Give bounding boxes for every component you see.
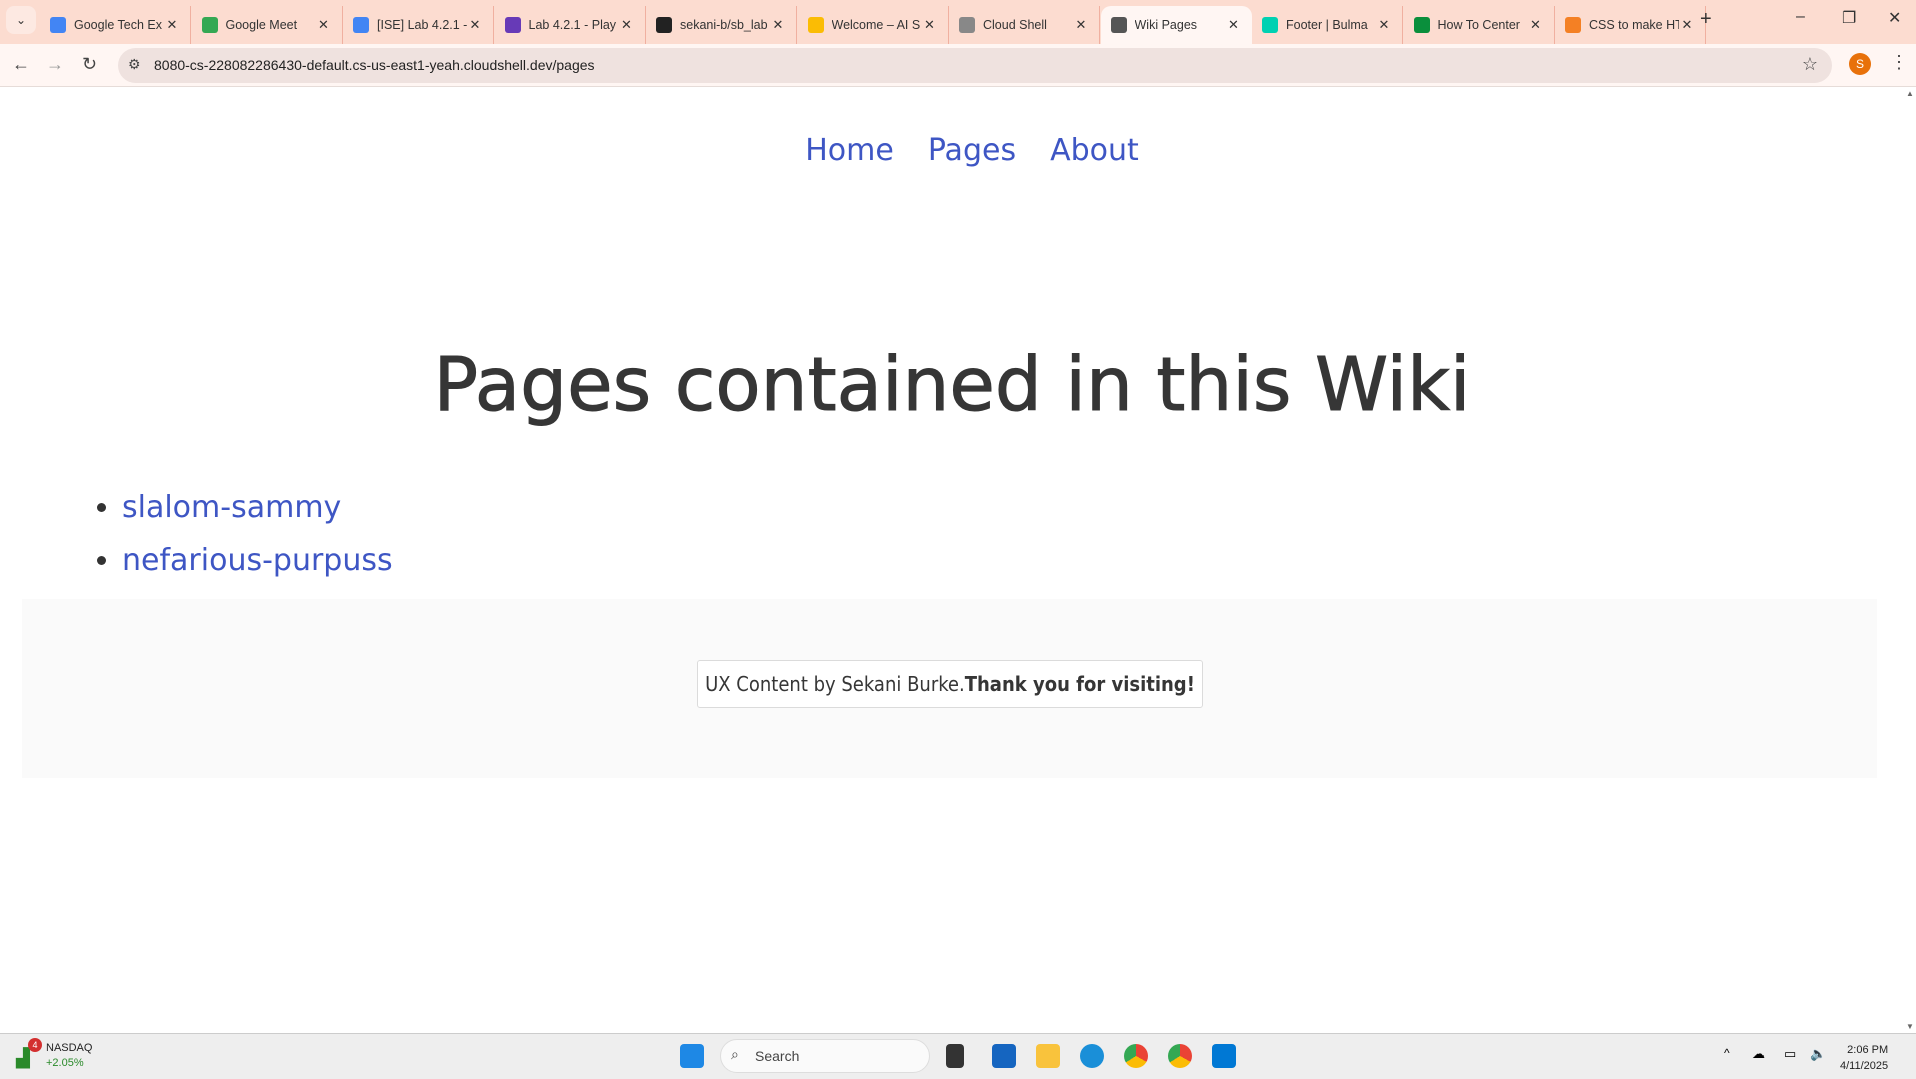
tab-close-icon[interactable]: ✕ (770, 17, 786, 33)
close-window-button[interactable]: ✕ (1888, 8, 1901, 28)
tab-title: Footer | Bulma (1286, 18, 1368, 32)
tray-chevron-icon[interactable]: ^ (1724, 1046, 1730, 1060)
widget-badge: 4 (28, 1038, 42, 1052)
date: 4/11/2025 (1840, 1060, 1889, 1072)
tab-6[interactable]: Cloud Shell ✕ (949, 6, 1100, 44)
widget-change: +2.05% (46, 1057, 84, 1069)
edge-icon[interactable] (1080, 1044, 1104, 1068)
tab-title: Google Tech Ex (74, 18, 163, 32)
chrome-icon[interactable] (1124, 1044, 1148, 1068)
tab-title: Wiki Pages (1134, 18, 1198, 32)
tab-favicon-icon (807, 17, 824, 33)
bookmark-star-icon[interactable]: ☆ (1802, 54, 1818, 75)
tab-title: Welcome – AI S (831, 18, 921, 32)
tab-5[interactable]: Welcome – AI S ✕ (798, 6, 949, 44)
time: 2:06 PM (1847, 1044, 1889, 1056)
nav-about-link[interactable]: About (1050, 133, 1139, 168)
tab-close-icon[interactable]: ✕ (922, 17, 938, 33)
profile-avatar[interactable]: S (1849, 53, 1871, 75)
nav-pages-link[interactable]: Pages (928, 133, 1016, 168)
tab-2[interactable]: [ISE] Lab 4.2.1 - ✕ (343, 6, 494, 44)
chart-icon: ▟ (16, 1048, 30, 1068)
onedrive-icon[interactable]: ☁ (1752, 1046, 1765, 1062)
address-bar[interactable]: ⚙ 8080-cs-228082286430-default.cs-us-eas… (118, 48, 1832, 83)
tab-close-icon[interactable]: ✕ (1073, 17, 1089, 33)
taskbar: ▟ 4 NASDAQ +2.05% ⌕ Search ^ ☁ ▭ 🔈 2:06 P… (0, 1033, 1916, 1079)
taskbar-search[interactable]: ⌕ Search (720, 1039, 930, 1073)
reload-button[interactable]: ↻ (82, 54, 97, 75)
restore-button[interactable]: ❐ (1842, 8, 1856, 28)
store-icon[interactable] (992, 1044, 1016, 1068)
tab-favicon-icon (1262, 17, 1278, 33)
tab-favicon-icon (353, 17, 369, 33)
terminal-icon[interactable] (946, 1044, 964, 1068)
tab-close-icon[interactable]: ✕ (467, 17, 483, 33)
page-link-nefarious-purpuss[interactable]: nefarious-purpuss (122, 543, 393, 578)
tab-favicon-icon (656, 17, 672, 33)
tab-close-icon[interactable]: ✕ (619, 17, 635, 33)
widget-name: NASDAQ (46, 1042, 93, 1054)
tab-0[interactable]: Google Tech Ex ✕ (40, 6, 191, 44)
tab-7[interactable]: Wiki Pages ✕ (1100, 6, 1252, 44)
list-item: slalom-sammy (122, 490, 393, 525)
tab-3[interactable]: Lab 4.2.1 - Play ✕ (495, 6, 646, 44)
site-info-icon[interactable]: ⚙ (128, 56, 141, 73)
tab-search-button[interactable]: ⌄ (6, 6, 36, 34)
tab-strip: ⌄ Google Tech Ex ✕ Google Meet ✕ [ISE] Lab 4… (0, 0, 1916, 44)
tab-close-icon[interactable]: ✕ (1226, 17, 1242, 33)
page-content: Home Pages About Pages contained in this… (0, 87, 1904, 1033)
forward-button[interactable]: → (46, 54, 64, 75)
search-icon: ⌕ (731, 1046, 739, 1062)
tab-10[interactable]: CSS to make HT ✕ (1555, 6, 1706, 44)
footer: UX Content by Sekani Burke. Thank you for… (22, 599, 1877, 778)
tab-favicon-icon (1110, 17, 1127, 33)
tab-favicon-icon (959, 17, 975, 33)
search-placeholder: Search (755, 1048, 800, 1064)
clock[interactable]: 2:06 PM 4/11/2025 (1840, 1042, 1888, 1074)
footer-box: UX Content by Sekani Burke. Thank you for… (697, 660, 1203, 708)
tab-title: Google Meet (225, 18, 298, 32)
new-tab-button[interactable]: + (1700, 8, 1712, 31)
tab-title: CSS to make HT (1589, 18, 1679, 32)
tab-title: How To Center (1437, 18, 1520, 32)
tab-favicon-icon (201, 17, 218, 33)
tab-4[interactable]: sekani-b/sb_lab ✕ (646, 6, 797, 44)
tab-close-icon[interactable]: ✕ (1679, 17, 1695, 33)
volume-icon[interactable]: 🔈 (1810, 1046, 1826, 1062)
tab-favicon-icon (1413, 17, 1430, 33)
scrollbar[interactable]: ▲ ▼ (1904, 87, 1916, 1033)
site-nav: Home Pages About (0, 133, 1904, 168)
tab-close-icon[interactable]: ✕ (1376, 17, 1392, 33)
tab-1[interactable]: Google Meet ✕ (192, 6, 343, 44)
page-link-slalom-sammy[interactable]: slalom-sammy (122, 490, 341, 525)
tab-favicon-icon (504, 17, 521, 33)
list-item: nefarious-purpuss (122, 543, 393, 578)
tab-close-icon[interactable]: ✕ (1528, 17, 1544, 33)
footer-thanks: Thank you for visiting! (964, 672, 1195, 696)
tab-close-icon[interactable]: ✕ (164, 17, 180, 33)
file-explorer-icon[interactable] (1036, 1044, 1060, 1068)
footer-credit: UX Content by Sekani Burke. (705, 672, 965, 696)
more-menu-icon[interactable]: ⋮ (1890, 52, 1908, 73)
page-title: Pages contained in this Wiki (433, 342, 1471, 429)
tab-favicon-icon (1565, 17, 1581, 33)
tab-title: sekani-b/sb_lab (680, 18, 768, 32)
nav-home-link[interactable]: Home (805, 133, 894, 168)
tab-close-icon[interactable]: ✕ (316, 17, 332, 33)
tab-favicon-icon (50, 17, 66, 33)
tab-8[interactable]: Footer | Bulma ✕ (1252, 6, 1403, 44)
chrome-profile-icon[interactable] (1168, 1044, 1192, 1068)
tab-title: Cloud Shell (983, 18, 1047, 32)
tab-9[interactable]: How To Center ✕ (1404, 6, 1555, 44)
tab-title: [ISE] Lab 4.2.1 - (377, 18, 467, 32)
minimize-button[interactable]: – (1796, 8, 1805, 26)
toolbar: ← → ↻ ⚙ 8080-cs-228082286430-default.cs-… (0, 44, 1916, 87)
network-icon[interactable]: ▭ (1784, 1046, 1796, 1062)
tab-title: Lab 4.2.1 - Play (528, 18, 617, 32)
back-button[interactable]: ← (12, 54, 30, 75)
vscode-icon[interactable] (1212, 1044, 1236, 1068)
pages-list: slalom-sammy nefarious-purpuss (122, 490, 393, 596)
windows-start-icon[interactable] (680, 1044, 704, 1068)
url-text: 8080-cs-228082286430-default.cs-us-east1… (154, 57, 595, 73)
